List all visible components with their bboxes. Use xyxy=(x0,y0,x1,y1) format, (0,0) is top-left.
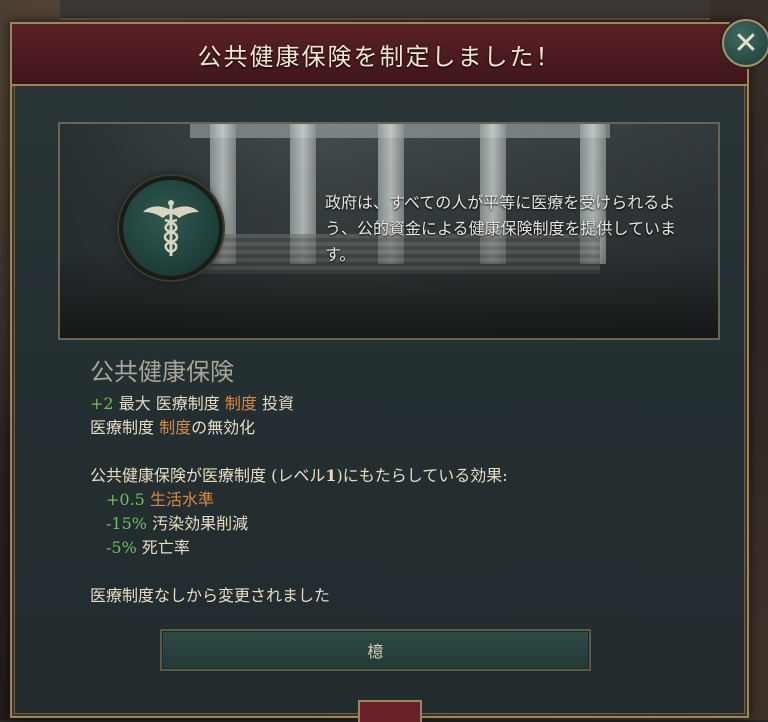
effect-value: +0.5 xyxy=(106,490,145,509)
effect-line: 医療制度 制度の無効化 xyxy=(90,416,710,440)
law-illustration: 政府は、すべての人が平等に医療を受けられるよう、公的資金による健康保険制度を提供… xyxy=(58,122,720,340)
event-panel: 公共健康保険を制定しました！ 政府は、すべての人が平等に医療を受けられるよう、公… xyxy=(10,22,749,718)
caduceus-icon xyxy=(119,176,223,280)
institution-effect: -15% 汚染効果削減 xyxy=(90,512,710,536)
close-button[interactable]: ✕ xyxy=(722,19,768,67)
effect-text: 医療制度 xyxy=(155,394,220,413)
bottom-ornament xyxy=(358,700,422,722)
institution-effect: +0.5 生活水準 xyxy=(90,488,710,512)
law-details: 公共健康保険 +2 最大 医療制度 制度 投資 医療制度 制度の無効化 公共健康… xyxy=(90,360,710,608)
effect-text: の無効化 xyxy=(191,418,256,437)
effect-value: -5% xyxy=(106,538,137,557)
effect-label: 死亡率 xyxy=(141,538,190,557)
effect-line: +2 最大 医療制度 制度 投資 xyxy=(90,392,710,416)
panel-header: 公共健康保険を制定しました！ xyxy=(12,24,747,86)
effect-text: 最大 xyxy=(118,394,151,413)
law-name: 公共健康保険 xyxy=(90,358,234,386)
institution-header-suffix: )にもたらしている効果: xyxy=(336,466,508,485)
law-description: 政府は、すべての人が平等に医療を受けられるよう、公的資金による健康保険制度を提供… xyxy=(325,193,677,264)
effect-value: +2 xyxy=(90,394,114,413)
effect-label-link[interactable]: 生活水準 xyxy=(150,490,214,509)
change-note: 医療制度なしから変更されました xyxy=(90,586,331,605)
effect-value: -15% xyxy=(106,514,147,533)
institution-link[interactable]: 制度 xyxy=(159,418,191,437)
institution-link[interactable]: 制度 xyxy=(225,394,257,413)
effect-text: 投資 xyxy=(262,394,295,413)
confirm-button[interactable]: 檍 xyxy=(160,629,591,671)
effect-text: 医療制度 xyxy=(90,418,155,437)
panel-title: 公共健康保険を制定しました！ xyxy=(197,42,562,71)
close-icon: ✕ xyxy=(733,25,759,61)
institution-header: 公共健康保険が医療制度 (レベル1)にもたらしている効果: xyxy=(90,464,710,488)
institution-effect: -5% 死亡率 xyxy=(90,536,710,560)
top-bar xyxy=(60,0,710,20)
effect-label: 汚染効果削減 xyxy=(152,514,249,533)
institution-header-prefix: 公共健康保険が医療制度 (レベル xyxy=(90,466,326,485)
institution-level: 1 xyxy=(325,466,337,485)
